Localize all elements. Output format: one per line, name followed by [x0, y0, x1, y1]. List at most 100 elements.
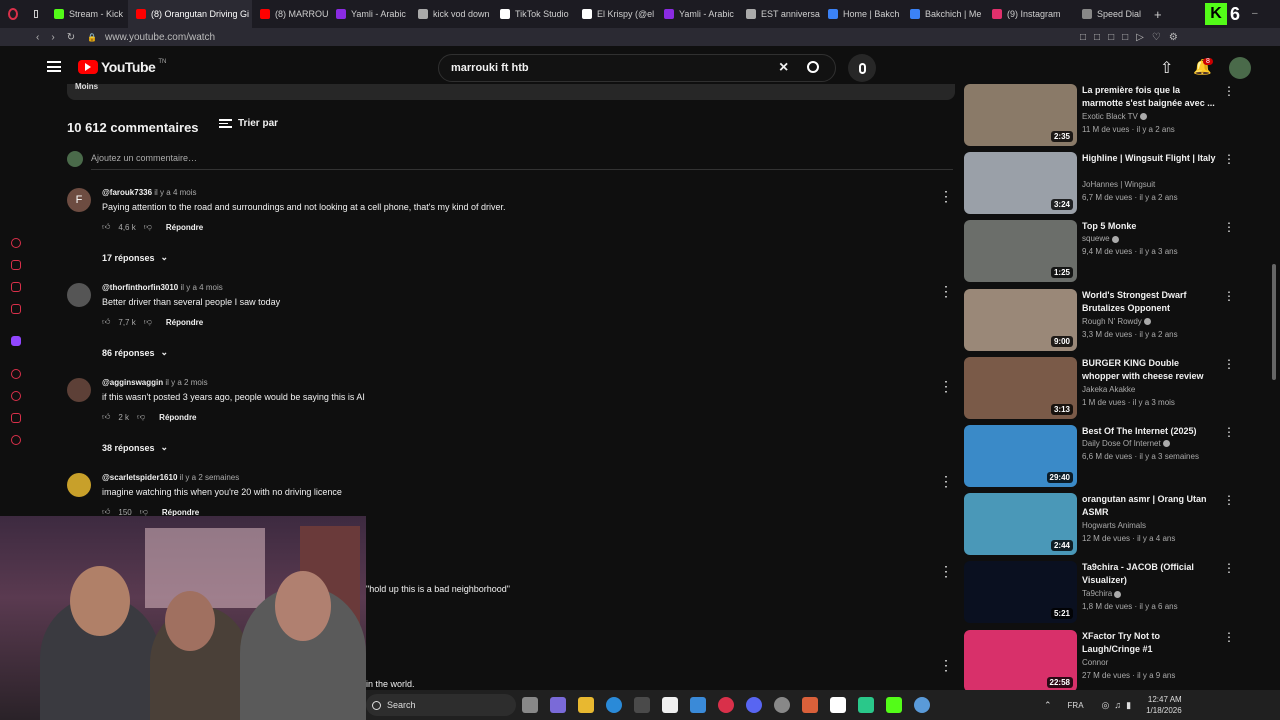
browser-tab[interactable]: Yamli - Arabic: [656, 0, 738, 28]
recommended-video[interactable]: 22:58 XFactor Try Not to Laugh/Cringe #1…: [964, 629, 1239, 694]
commenter-avatar[interactable]: [67, 473, 91, 497]
browser-tab[interactable]: (8) MARROUK: [252, 0, 328, 28]
video-menu-icon[interactable]: ⋮: [1223, 220, 1235, 234]
video-title[interactable]: Highline | Wingsuit Flight | Italy: [1082, 152, 1217, 165]
video-thumbnail[interactable]: 5:21: [964, 561, 1077, 624]
browser-toolbar-icons[interactable]: □□□□▷♡⚙: [1080, 32, 1186, 43]
comment-author[interactable]: @agginswaggin: [102, 378, 163, 387]
comment-menu-icon[interactable]: ⋮: [939, 563, 953, 580]
url-field[interactable]: www.youtube.com/watch: [105, 32, 215, 43]
video-channel[interactable]: Daily Dose Of Internet: [1082, 439, 1170, 448]
video-title[interactable]: Top 5 Monke: [1082, 220, 1217, 233]
browser-tab[interactable]: (9) Instagram: [984, 0, 1074, 28]
discord-icon[interactable]: [746, 697, 762, 713]
comment-author[interactable]: @scarletspider1610: [102, 473, 177, 482]
browser-menu-button[interactable]: [0, 0, 26, 28]
video-thumbnail[interactable]: 2:35: [964, 84, 1077, 146]
video-menu-icon[interactable]: ⋮: [1223, 425, 1235, 439]
capcut-icon[interactable]: [830, 697, 846, 713]
clock[interactable]: 12:47 AM 1/18/2026: [1146, 694, 1182, 716]
notion-icon[interactable]: [662, 697, 678, 713]
app-icon[interactable]: [774, 697, 790, 713]
video-channel[interactable]: Jakeka Akakke: [1082, 385, 1135, 394]
forward-icon[interactable]: ›: [51, 32, 54, 43]
clear-search-icon[interactable]: ×: [779, 59, 788, 77]
view-replies-button[interactable]: 86 réponses ⌄: [102, 347, 168, 358]
browser-tab[interactable]: kick vod down: [410, 0, 492, 28]
video-title[interactable]: orangutan asmr | Orang Utan ASMR: [1082, 493, 1217, 519]
video-title[interactable]: Ta9chira - JACOB (Official Visualizer): [1082, 561, 1217, 587]
comment-author[interactable]: @thorfinthorfin3010: [102, 283, 178, 292]
video-title[interactable]: BURGER KING Double whopper with cheese r…: [1082, 357, 1217, 383]
video-menu-icon[interactable]: ⋮: [1223, 630, 1235, 644]
video-channel[interactable]: Hogwarts Animals: [1082, 521, 1146, 530]
chat-app-icon[interactable]: [858, 697, 874, 713]
recommended-video[interactable]: 1:25 Top 5 Monke squewe 9,4 M de vues · …: [964, 220, 1239, 284]
commenter-avatar[interactable]: [67, 378, 91, 402]
video-channel[interactable]: Exotic Black TV: [1082, 112, 1148, 121]
window-controls[interactable]: –: [1252, 8, 1258, 19]
sidebar-icon-3[interactable]: [11, 282, 21, 292]
browser-tab[interactable]: Yamli - Arabic: [328, 0, 410, 28]
video-title[interactable]: XFactor Try Not to Laugh/Cringe #1: [1082, 630, 1217, 656]
add-comment-input[interactable]: Ajoutez un commentaire…: [91, 153, 953, 170]
settings-icon[interactable]: [11, 435, 21, 445]
browser-tab[interactable]: Bakchich | Me: [902, 0, 984, 28]
sidebar-icon-8[interactable]: [11, 413, 21, 423]
edge-icon[interactable]: [606, 697, 622, 713]
video-thumbnail[interactable]: 29:40: [964, 425, 1077, 487]
opera-icon[interactable]: [718, 697, 734, 713]
recommended-video[interactable]: 3:24 Highline | Wingsuit Flight | Italy …: [964, 152, 1239, 216]
tab-overview-icon[interactable]: [26, 0, 46, 28]
search-input[interactable]: marrouki ft htb ×: [438, 54, 836, 82]
reload-icon[interactable]: ↻: [67, 32, 75, 43]
recommended-video[interactable]: 2:44 orangutan asmr | Orang Utan ASMR Ho…: [964, 493, 1239, 557]
video-thumbnail[interactable]: 3:24: [964, 152, 1077, 215]
voice-search-button[interactable]: [848, 54, 876, 82]
comment-menu-icon[interactable]: ⋮: [939, 657, 953, 674]
store-icon[interactable]: [634, 697, 650, 713]
browser-tab[interactable]: Home | Bakch: [820, 0, 902, 28]
browser-tab[interactable]: EST anniversa: [738, 0, 820, 28]
comment-time[interactable]: il y a 2 semaines: [180, 473, 240, 482]
sidebar-icon-4[interactable]: [11, 304, 21, 314]
sidebar-icon-7[interactable]: [11, 391, 21, 401]
browser-tab[interactable]: (8) Orangutan Driving Gi: [128, 0, 252, 28]
system-tray-icons[interactable]: ⌃: [1044, 700, 1052, 711]
video-menu-icon[interactable]: ⋮: [1223, 561, 1235, 575]
copilot-icon[interactable]: [550, 697, 566, 713]
new-tab-button[interactable]: +: [1144, 0, 1172, 28]
video-title[interactable]: World's Strongest Dwarf Brutalizes Oppon…: [1082, 289, 1217, 315]
commenter-avatar[interactable]: F: [67, 188, 91, 212]
video-channel[interactable]: squewe: [1082, 234, 1119, 243]
video-channel[interactable]: Rough N' Rowdy: [1082, 317, 1152, 326]
taskbar-search[interactable]: Search: [366, 694, 516, 716]
comment-author[interactable]: @farouk7336: [102, 188, 152, 197]
video-menu-icon[interactable]: ⋮: [1223, 357, 1235, 371]
obs-icon[interactable]: [802, 697, 818, 713]
comment-menu-icon[interactable]: ⋮: [939, 378, 953, 395]
kick-taskbar-icon[interactable]: [886, 697, 902, 713]
network-volume-icons[interactable]: ◎♫▮: [1102, 700, 1137, 711]
file-explorer-icon[interactable]: [578, 697, 594, 713]
view-replies-button[interactable]: 38 réponses ⌄: [102, 442, 168, 453]
comment-menu-icon[interactable]: ⋮: [939, 473, 953, 490]
dislike-icon[interactable]: 👎︎: [137, 412, 145, 422]
dislike-icon[interactable]: 👎︎: [144, 317, 152, 327]
recommended-video[interactable]: 9:00 World's Strongest Dwarf Brutalizes …: [964, 288, 1239, 353]
notes-icon[interactable]: [690, 697, 706, 713]
twitch-icon[interactable]: [11, 336, 21, 346]
comment-menu-icon[interactable]: ⋮: [939, 188, 953, 205]
dislike-icon[interactable]: 👎︎: [144, 222, 152, 232]
video-title[interactable]: La première fois que la marmotte s'est b…: [1082, 84, 1217, 110]
collapse-description-bar[interactable]: Moins: [67, 82, 955, 100]
recommended-video[interactable]: 5:21 Ta9chira - JACOB (Official Visualiz…: [964, 561, 1239, 625]
browser-tab[interactable]: Stream - Kick: [46, 0, 128, 28]
comment-time[interactable]: il y a 4 mois: [180, 283, 222, 292]
search-icon[interactable]: [807, 61, 819, 73]
comment-menu-icon[interactable]: ⋮: [939, 283, 953, 300]
comment-time[interactable]: il y a 4 mois: [154, 188, 196, 197]
video-menu-icon[interactable]: ⋮: [1223, 493, 1235, 507]
create-upload-icon[interactable]: ⇧: [1160, 58, 1173, 78]
recommended-video[interactable]: 29:40 Best Of The Internet (2025) Daily …: [964, 425, 1239, 489]
